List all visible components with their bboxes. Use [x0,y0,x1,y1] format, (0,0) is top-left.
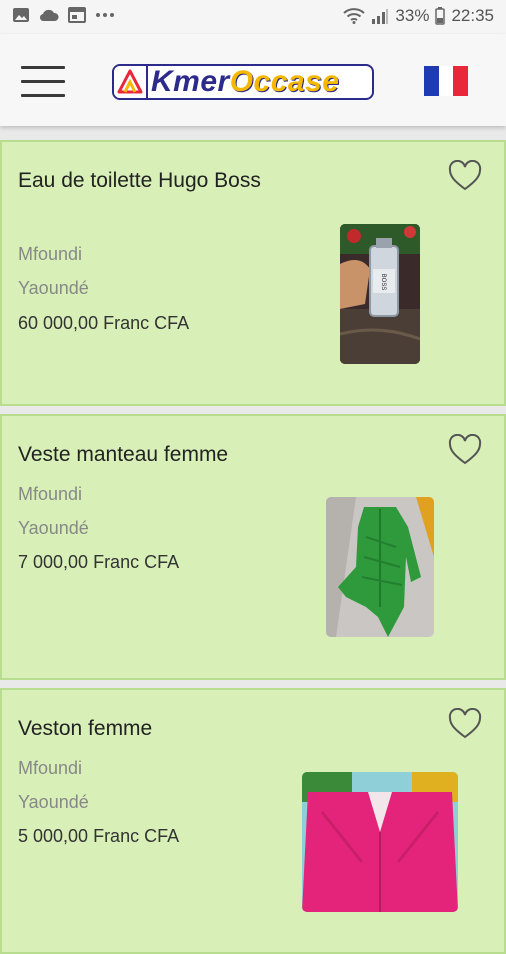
logo-wordmark: KmerOccase [148,65,340,98]
browser-window-icon [68,7,86,23]
menu-line [21,80,65,83]
battery-icon [435,7,446,25]
more-dots-icon [96,13,114,17]
listing-price: 60 000,00 Franc CFA [18,313,190,333]
logo-occase: Occase [229,65,340,98]
language-flag-button[interactable] [424,66,469,96]
listing-thumbnail-pink-jacket[interactable] [302,772,458,912]
menu-line [21,66,65,69]
listing-city: Yaoundé [18,518,89,538]
signal-icon [372,9,389,24]
menu-line [21,94,65,97]
listing-district: Mfoundi [18,484,83,504]
listing-title: Veste manteau femme [18,443,229,466]
listing-card[interactable]: Veston femme Mfoundi Yaoundé 5 000,00 Fr… [0,688,506,954]
battery-percentage: 33% [395,6,430,25]
image-notification-icon [13,8,29,22]
flag-red-stripe [453,66,469,96]
listing-city: Yaoundé [18,792,89,812]
hamburger-menu-button[interactable] [21,66,65,98]
heart-outline-icon[interactable] [448,160,482,192]
listing-card[interactable]: Eau de toilette Hugo Boss Mfoundi Yaound… [0,140,506,406]
notification-icons [12,7,115,23]
system-indicators: 33% 22:35 [343,6,494,26]
heart-outline-icon[interactable] [448,708,482,740]
listing-price: 5 000,00 Franc CFA [18,826,180,846]
listing-price: 7 000,00 Franc CFA [18,552,180,572]
listing-district: Mfoundi [18,244,83,264]
wifi-icon [343,8,366,24]
listing-city: Yaoundé [18,278,89,298]
logo-mark-icon [114,66,148,98]
app-logo[interactable]: KmerOccase [112,64,374,100]
status-bar: 33% 22:35 [0,0,506,34]
heart-outline-icon[interactable] [448,434,482,466]
clock: 22:35 [451,6,494,25]
listing-thumbnail-perfume[interactable]: BOSS [340,224,420,364]
logo-kmer: Kmer [151,65,230,98]
flag-blue-stripe [424,66,439,96]
listing-district: Mfoundi [18,758,83,778]
cloud-icon [39,9,59,22]
app-bar: KmerOccase [0,34,506,126]
listing-thumbnail-green-coat[interactable] [326,497,434,637]
flag-white-stripe [438,66,454,96]
listing-card[interactable]: Veste manteau femme Mfoundi Yaoundé 7 00… [0,414,506,680]
svg-text:BOSS: BOSS [380,274,386,291]
listing-title: Veston femme [18,717,153,740]
listing-title: Eau de toilette Hugo Boss [18,169,261,192]
